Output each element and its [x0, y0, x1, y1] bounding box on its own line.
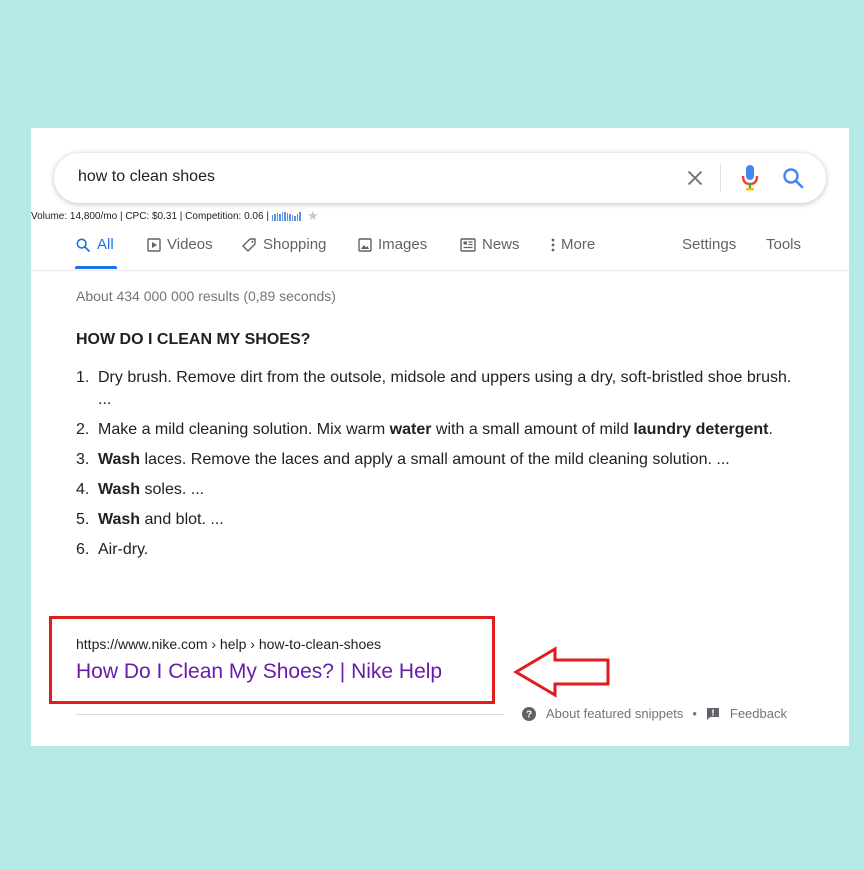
result-title-link[interactable]: How Do I Clean My Shoes? | Nike Help [76, 660, 442, 684]
tab-label: Videos [167, 236, 213, 253]
snippet-divider [76, 714, 504, 715]
step-number: 1. [76, 369, 90, 386]
tab-label: More [561, 236, 596, 253]
step-number: 4. [76, 481, 90, 498]
trend-bar [284, 211, 286, 221]
snippet-step: 2. Make a mild cleaning solution. Mix war… [76, 419, 796, 441]
snippet-step: 4. Wash soles. ... [76, 479, 796, 501]
tab-label: All [97, 236, 114, 253]
snippet-footer: ? About featured snippets • Feedback [522, 706, 787, 721]
keyword-metrics-bar: Volume: 14,800/mo | CPC: $0.31 | Competi… [31, 208, 319, 224]
tab-videos[interactable]: Videos [147, 236, 213, 253]
tag-icon [242, 237, 256, 252]
tools-label: Tools [766, 236, 802, 253]
tab-images[interactable]: Images [358, 236, 427, 253]
settings-link[interactable]: Settings [682, 236, 736, 253]
step-number: 2. [76, 421, 90, 438]
snippet-step: 3. Wash laces. Remove the laces and apply… [76, 449, 796, 471]
trend-bar [296, 214, 299, 221]
help-circle-icon: ? [522, 706, 536, 721]
newspaper-icon [460, 237, 476, 252]
tab-more[interactable]: More [551, 236, 595, 253]
footer-separator: • [692, 706, 697, 721]
search-icon[interactable] [781, 166, 805, 190]
microphone-icon[interactable] [740, 164, 760, 192]
search-input[interactable]: how to clean shoes [78, 168, 215, 186]
search-icon [76, 238, 90, 252]
featured-snippet-steps: 1. Dry brush. Remove dirt from the outsol… [76, 367, 796, 569]
step-bold-text: water [389, 421, 432, 438]
step-text: and blot. ... [140, 511, 224, 528]
trend-bar [299, 212, 301, 221]
step-bold-text: laundry detergent [633, 421, 769, 438]
trend-bar [276, 213, 279, 221]
tab-label: Shopping [263, 236, 327, 253]
step-text: with a small amount of mild [431, 421, 634, 438]
keyword-metrics-text: Volume: 14,800/mo | CPC: $0.31 | Competi… [31, 210, 269, 222]
about-featured-snippets-link[interactable]: About featured snippets [546, 706, 683, 721]
search-bar[interactable]: how to clean shoes [54, 153, 826, 203]
trend-sparkline [271, 211, 302, 221]
step-bold-text: Wash [98, 451, 141, 468]
trend-bar [286, 213, 289, 221]
trend-bar [279, 214, 281, 221]
trend-bar [289, 214, 291, 221]
trend-bar [281, 212, 284, 221]
search-results-card: how to clean shoes Volume: 14,800/mo | C… [31, 128, 849, 746]
snippet-step: 6. Air-dry. [76, 539, 796, 561]
result-url: https://www.nike.com › help › how-to-cle… [76, 636, 382, 652]
trend-bar [271, 215, 274, 221]
tools-link[interactable]: Tools [766, 236, 801, 253]
svg-text:?: ? [526, 709, 532, 720]
step-text: laces. Remove the laces and apply a smal… [140, 451, 730, 468]
tab-label: Images [378, 236, 428, 253]
clear-icon[interactable] [684, 167, 706, 189]
step-text: Dry brush. Remove dirt from the outsole,… [98, 369, 792, 408]
step-bold-text: Wash [98, 481, 141, 498]
snippet-step: 1. Dry brush. Remove dirt from the outsol… [76, 367, 796, 411]
active-tab-indicator [75, 266, 117, 269]
settings-label: Settings [682, 236, 737, 253]
feedback-link[interactable]: Feedback [730, 706, 787, 721]
featured-snippet-heading: HOW DO I CLEAN MY SHOES? [76, 331, 311, 348]
tab-news[interactable]: News [460, 236, 520, 253]
tab-label: News [482, 236, 520, 253]
step-number: 5. [76, 511, 90, 528]
tab-all[interactable]: All [75, 236, 114, 253]
result-stats: About 434 000 000 results (0,89 seconds) [76, 288, 336, 304]
step-text: soles. ... [140, 481, 205, 498]
left-arrow-icon [513, 646, 610, 698]
video-play-icon [147, 237, 161, 252]
tab-shopping[interactable]: Shopping [241, 236, 326, 253]
step-number: 6. [76, 541, 90, 558]
star-icon[interactable]: ★ [307, 208, 319, 224]
trend-bar [274, 214, 276, 221]
feedback-icon [706, 707, 719, 720]
step-text: . [768, 421, 773, 438]
step-text: Air-dry. [98, 541, 149, 558]
vertical-dots-icon [551, 238, 555, 251]
tabs-divider [31, 270, 849, 271]
step-bold-text: Wash [98, 511, 141, 528]
image-icon [358, 237, 372, 252]
step-number: 3. [76, 451, 90, 468]
search-divider [720, 164, 721, 192]
search-tabs: All Videos Shopping Images News More Set… [75, 236, 815, 266]
trend-bar [291, 215, 294, 221]
trend-bar [294, 216, 296, 221]
step-text: Make a mild cleaning solution. Mix warm [98, 421, 390, 438]
snippet-step: 5. Wash and blot. ... [76, 509, 796, 531]
